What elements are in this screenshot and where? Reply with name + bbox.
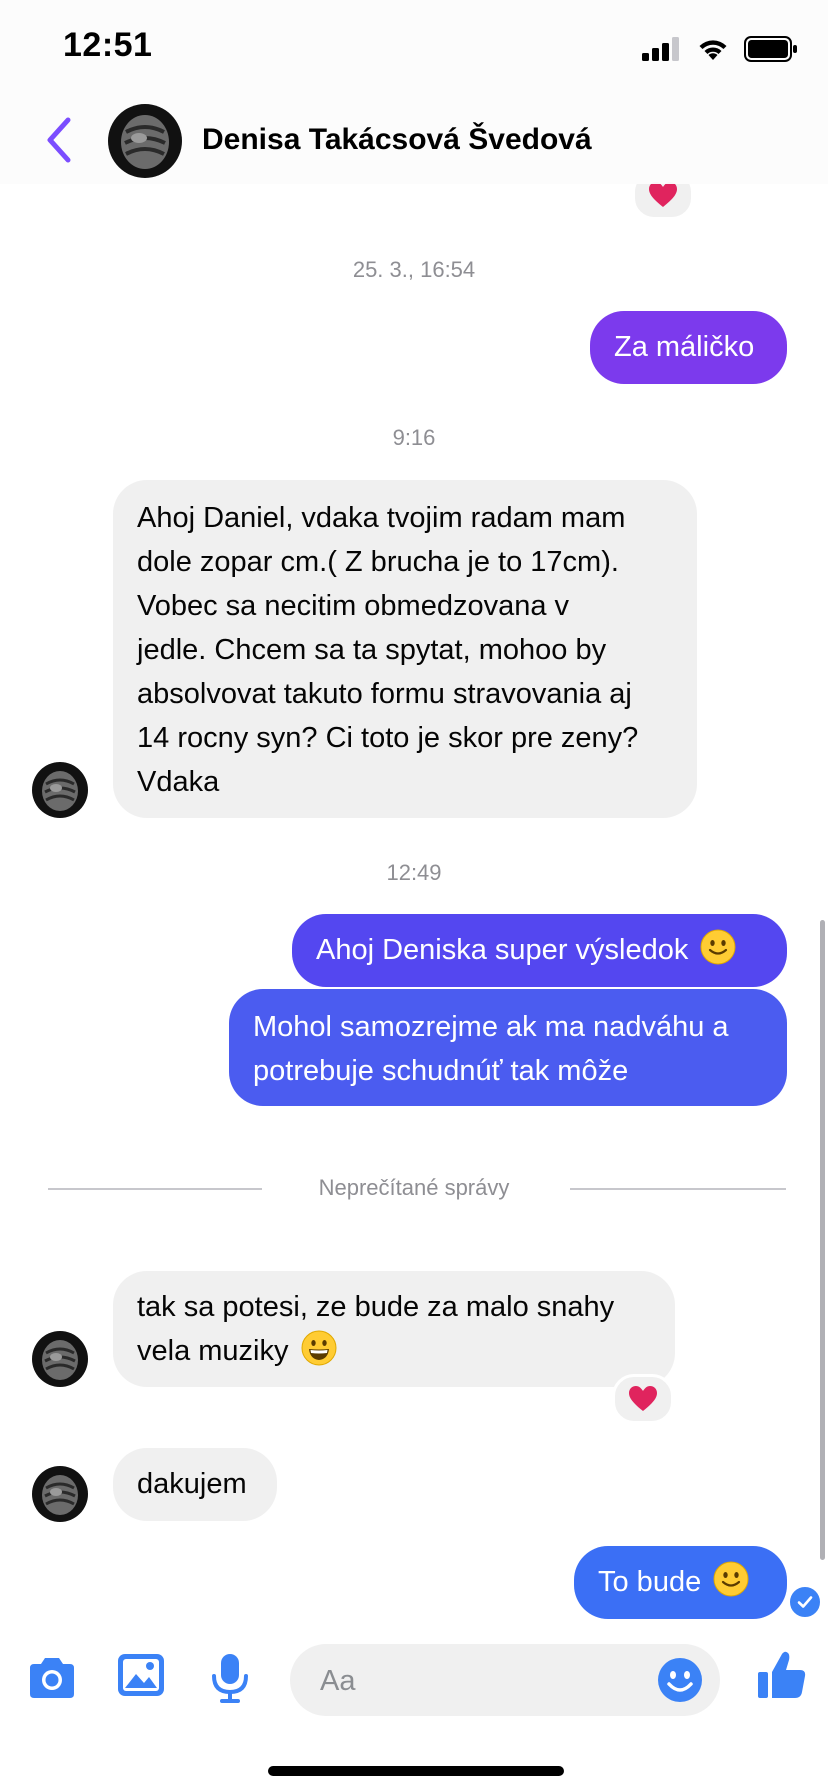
- wifi-icon: [699, 40, 727, 60]
- microphone-button[interactable]: [202, 1650, 258, 1706]
- message-text: To bude: [598, 1566, 702, 1598]
- message-line: potrebuje schudnúť tak môže: [253, 1055, 629, 1087]
- top-bar: 12:51 Denisa Takácsová Švedová: [0, 0, 828, 184]
- message-thread[interactable]: 25. 3., 16:54 Za máličko 9:16 Ahoj Danie…: [0, 0, 828, 1792]
- seen-check-icon: [788, 1585, 822, 1619]
- timestamp: 25. 3., 16:54: [352, 257, 476, 282]
- reaction-heart[interactable]: [612, 1374, 674, 1424]
- heart-icon: [649, 182, 677, 207]
- message-text: Ahoj Deniska super výsledok: [316, 934, 689, 966]
- message-text: vela muziky: [137, 1335, 289, 1367]
- microphone-icon: [212, 1654, 248, 1703]
- outgoing-message[interactable]: Mohol samozrejme ak ma nadváhu a potrebu…: [229, 989, 787, 1106]
- status-time: 12:51: [63, 26, 153, 64]
- back-button[interactable]: [38, 112, 84, 168]
- incoming-message[interactable]: Ahoj Daniel, vdaka tvojim radam mam dole…: [113, 480, 697, 818]
- message-line: absolvovat takuto formu stravovania aj: [137, 678, 632, 710]
- message-line: Mohol samozrejme ak ma nadváhu a: [253, 1011, 729, 1043]
- contact-avatar[interactable]: [32, 1466, 88, 1522]
- conversation-header: Denisa Takácsová Švedová: [0, 98, 828, 184]
- smiley-face-icon: [658, 1658, 702, 1702]
- message-line: jedle. Chcem sa ta spytat, mohoo by: [137, 634, 607, 666]
- checkmark-icon: [797, 1596, 813, 1608]
- chevron-left-icon: [47, 117, 71, 163]
- message-line: 14 rocny syn? Ci toto je skor pre zeny?: [137, 722, 639, 754]
- grinning-face-icon: [301, 1330, 337, 1366]
- battery-icon: [744, 36, 797, 62]
- message-text: dakujem: [137, 1468, 247, 1500]
- message-line: Vobec sa necitim obmedzovana v: [137, 590, 570, 622]
- message-line: Vdaka: [137, 766, 220, 798]
- slightly-smiling-face-icon: [700, 929, 736, 965]
- thumbs-up-icon: [758, 1651, 806, 1698]
- header-avatar[interactable]: [108, 104, 182, 178]
- camera-button[interactable]: [24, 1650, 80, 1706]
- gallery-button[interactable]: [114, 1648, 170, 1704]
- messenger-conversation-screen: 25. 3., 16:54 Za máličko 9:16 Ahoj Danie…: [0, 0, 828, 1792]
- message-text: Za máličko: [614, 331, 755, 363]
- message-line: Ahoj Daniel, vdaka tvojim radam mam: [137, 502, 626, 534]
- contact-avatar[interactable]: [32, 762, 88, 818]
- outgoing-message[interactable]: To bude: [574, 1546, 787, 1619]
- timestamp: 12:49: [386, 860, 442, 885]
- message-input[interactable]: [318, 1644, 642, 1718]
- timestamp: 9:16: [392, 425, 436, 450]
- image-icon: [118, 1654, 164, 1696]
- heart-icon: [629, 1386, 657, 1411]
- emoji-button[interactable]: [654, 1654, 706, 1706]
- message-input-container[interactable]: [290, 1644, 720, 1718]
- avatar-image: [32, 1331, 88, 1387]
- home-indicator: [268, 1766, 564, 1776]
- avatar-image: [32, 762, 88, 818]
- message-line-with-emoji: vela muziky: [137, 1329, 651, 1373]
- incoming-message[interactable]: tak sa potesi, ze bude za malo snahy vel…: [113, 1271, 675, 1387]
- avatar-image: [108, 104, 182, 178]
- incoming-message[interactable]: dakujem: [113, 1448, 277, 1521]
- outgoing-message[interactable]: Ahoj Deniska super výsledok: [292, 914, 787, 987]
- scrollbar[interactable]: [820, 920, 825, 1560]
- slightly-smiling-face-icon: [713, 1561, 749, 1597]
- camera-icon: [30, 1658, 74, 1698]
- outgoing-message[interactable]: Za máličko: [590, 311, 787, 384]
- divider-line-right: [570, 1188, 786, 1190]
- avatar-image: [32, 1466, 88, 1522]
- status-icons: [642, 34, 798, 64]
- like-button[interactable]: [752, 1646, 812, 1706]
- message-line: dole zopar cm.( Z brucha je to 17cm).: [137, 546, 619, 578]
- contact-avatar[interactable]: [32, 1331, 88, 1387]
- contact-name[interactable]: Denisa Takácsová Švedová: [202, 123, 592, 157]
- cellular-signal-icon: [642, 37, 679, 61]
- message-line: tak sa potesi, ze bude za malo snahy: [137, 1291, 615, 1323]
